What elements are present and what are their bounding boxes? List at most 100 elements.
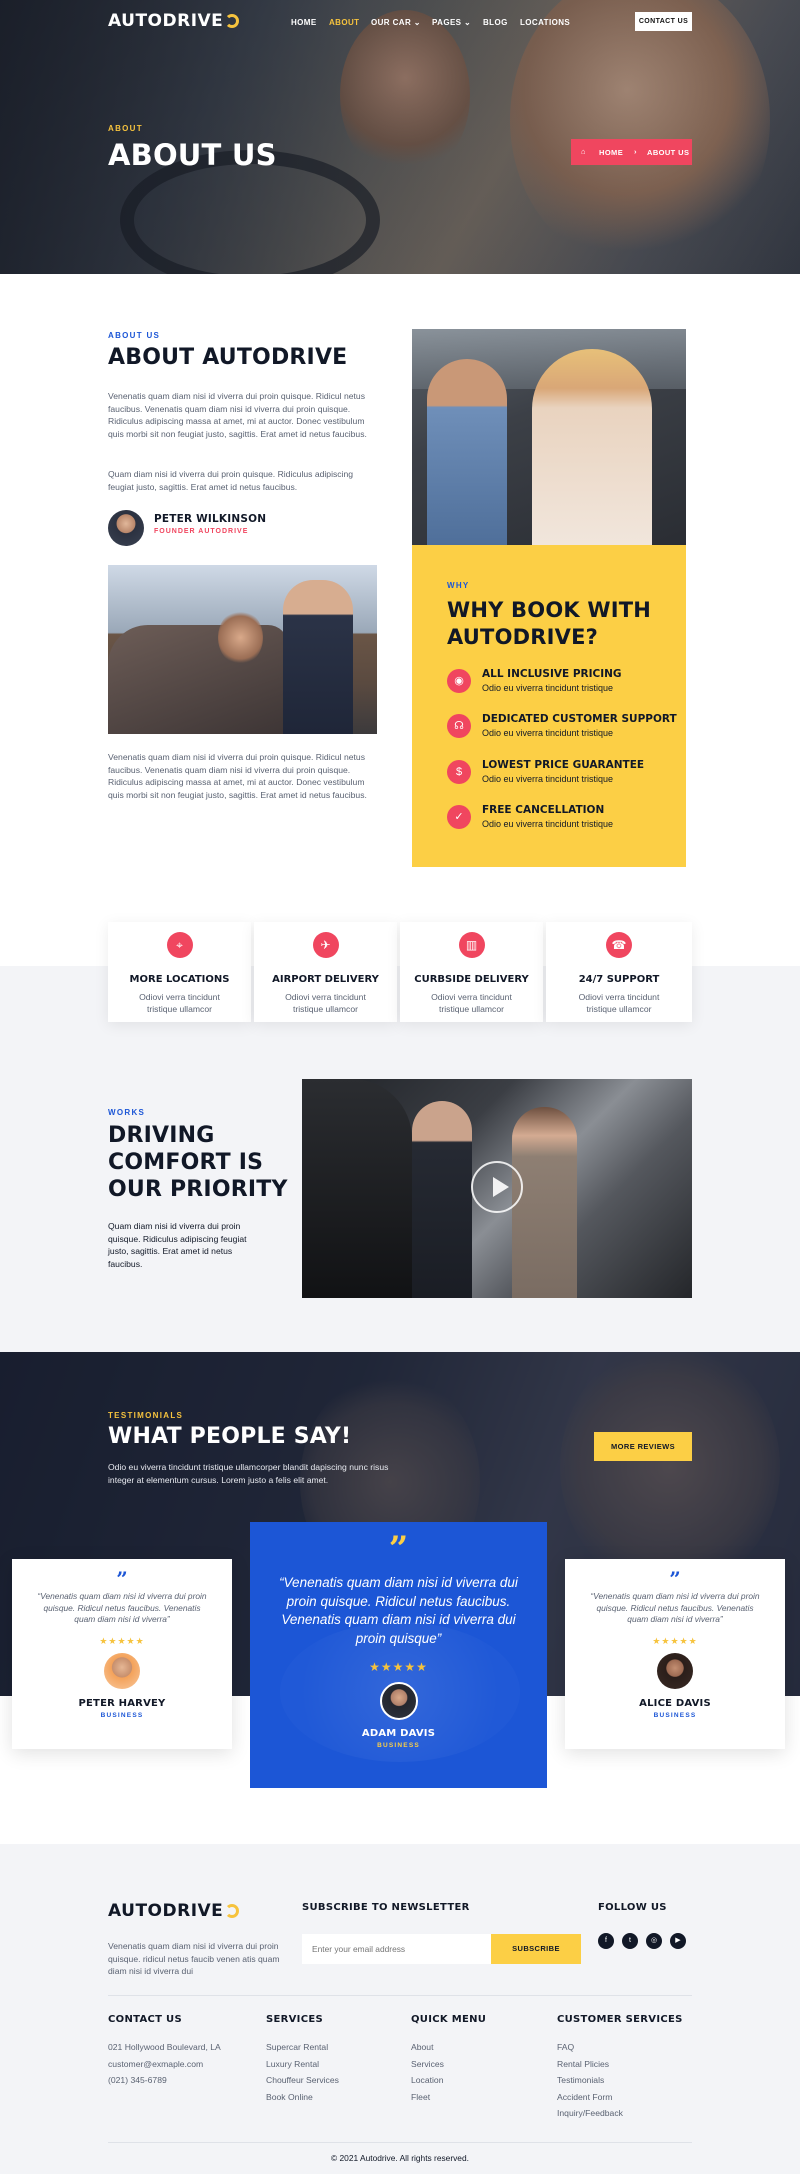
nav-home[interactable]: HOME [291, 18, 317, 27]
dollar-icon: $ [447, 760, 471, 784]
footer-column-title: CONTACT US [108, 2014, 182, 2025]
why-item-title: ALL INCLUSIVE PRICING [482, 668, 622, 680]
why-item-sub: Odio eu viverra tincidunt tristique [482, 819, 614, 829]
footer-divider [108, 1995, 692, 1996]
photo-person [412, 1101, 472, 1298]
feature-text-line: tristique ullamcor [147, 1004, 212, 1014]
works-title-line: OUR PRIORITY [108, 1177, 288, 1202]
contact-email[interactable]: customer@exmaple.com [108, 2056, 258, 2073]
reviewer-name: ADAM DAVIS [361, 1728, 436, 1739]
copyright: © 2021 Autodrive. All rights reserved. [331, 2153, 469, 2163]
more-reviews-button[interactable]: MORE REVIEWS [594, 1432, 692, 1461]
about-paragraph: Quam diam nisi id viverra dui proin quis… [108, 469, 354, 492]
feature-text: Odiovi verra tincidunt tristique ullamcor [108, 991, 251, 1015]
why-item-title: FREE CANCELLATION [482, 804, 605, 816]
about-kicker: ABOUT US [108, 331, 161, 340]
breadcrumb-home[interactable]: HOME [599, 148, 623, 157]
footer-link[interactable]: Testimonials [557, 2072, 697, 2089]
subscribe-button[interactable]: SUBSCRIBE [491, 1934, 581, 1964]
reviewer-name: PETER HARVEY [78, 1697, 166, 1709]
why-title-line: WHY BOOK WITH [447, 598, 652, 622]
instagram-icon[interactable]: ◎ [646, 1933, 662, 1949]
footer-link[interactable]: Accident Form [557, 2089, 697, 2106]
logo-text: AUTODRIVE [108, 11, 224, 31]
why-item-sub: Odio eu viverra tincidunt tristique [482, 774, 614, 784]
footer-link[interactable]: Chouffeur Services [266, 2072, 396, 2089]
why-kicker: WHY [447, 581, 470, 590]
support-icon: ☎ [606, 932, 632, 958]
nav-locations[interactable]: LOCATIONS [520, 18, 570, 27]
location-pin-icon: ⌖ [166, 932, 193, 958]
rating-stars: ★★★★★ [99, 1635, 145, 1646]
footer-customer-services-column: CUSTOMER SERVICES FAQ Rental Plicies Tes… [557, 2014, 697, 2122]
why-panel: WHY WHY BOOK WITH AUTODRIVE? ◉ ALL INCLU… [412, 545, 686, 867]
twitter-icon[interactable]: t [622, 1933, 638, 1949]
footer-link[interactable]: FAQ [557, 2039, 697, 2056]
feature-title: MORE LOCATIONS [129, 974, 230, 985]
footer-column-title: QUICK MENU [411, 2014, 487, 2025]
nav-blog[interactable]: BLOG [483, 18, 508, 27]
footer-link[interactable]: Location [411, 2072, 541, 2089]
author-role: FOUNDER AUTODRIVE [154, 528, 249, 535]
reviewer-avatar [657, 1652, 693, 1689]
rating-stars: ★★★★★ [369, 1660, 428, 1674]
photo-person [283, 580, 353, 734]
feature-card: ▥ CURBSIDE DELIVERY Odiovi verra tincidu… [400, 922, 543, 1022]
play-button[interactable] [471, 1161, 523, 1213]
contact-phone[interactable]: (021) 345-6789 [108, 2072, 258, 2089]
footer-link[interactable]: About [411, 2039, 541, 2056]
nav-our-car-label: OUR CAR [371, 18, 412, 27]
reviewer-avatar [104, 1652, 140, 1689]
building-icon: ▥ [458, 932, 485, 958]
feature-card: ☎ 24/7 SUPPORT Odiovi verra tincidunt tri… [546, 922, 692, 1022]
feature-title: CURBSIDE DELIVERY [414, 974, 529, 985]
works-title-line: COMFORT IS [108, 1150, 264, 1175]
logo[interactable]: AUTODRIVE [108, 11, 240, 31]
happy-couple-photo [412, 329, 686, 545]
footer-column-title: CUSTOMER SERVICES [557, 2014, 683, 2025]
works-text: Quam diam nisi id viverra dui proin quis… [108, 1221, 247, 1269]
car-seat-shape [302, 1079, 412, 1298]
why-item-sub: Odio eu viverra tincidunt tristique [482, 683, 614, 693]
nav-about[interactable]: ABOUT [329, 18, 359, 27]
footer-link[interactable]: Supercar Rental [266, 2039, 396, 2056]
video-thumbnail[interactable] [302, 1079, 692, 1298]
quote-icon: ” [116, 1567, 128, 1591]
footer-link[interactable]: Rental Plicies [557, 2056, 697, 2073]
footer-link[interactable]: Book Online [266, 2089, 396, 2106]
footer-services-column: SERVICES Supercar Rental Luxury Rental C… [266, 2014, 396, 2105]
nav-our-car[interactable]: OUR CAR ⌄ [371, 18, 421, 27]
footer-link[interactable]: Services [411, 2056, 541, 2073]
about-title: ABOUT AUTODRIVE [108, 345, 348, 370]
check-icon: ✓ [447, 805, 471, 829]
breadcrumb-current: ABOUT US [647, 148, 690, 157]
newsletter-email-input[interactable] [302, 1934, 491, 1964]
youtube-icon[interactable]: ▶ [670, 1933, 686, 1949]
rating-stars: ★★★★★ [652, 1635, 698, 1646]
car-dealer-photo [108, 565, 377, 734]
photo-person [512, 1107, 577, 1298]
footer-link[interactable]: Luxury Rental [266, 2056, 396, 2073]
testimonial-card: ” “Venenatis quam diam nisi id viverra d… [12, 1559, 232, 1749]
about-paragraph: Venenatis quam diam nisi id viverra dui … [108, 752, 367, 800]
reviewer-name: ALICE DAVIS [639, 1697, 711, 1709]
footer-logo[interactable]: AUTODRIVE [108, 1901, 240, 1921]
page-title: ABOUT US [108, 138, 277, 172]
works-title: DRIVING COMFORT IS OUR PRIORITY [108, 1122, 288, 1203]
feature-text: Odiovi verra tincidunt tristique ullamcor [400, 991, 543, 1015]
works-title-line: DRIVING [108, 1123, 215, 1148]
facebook-icon[interactable]: f [598, 1933, 614, 1949]
footer-link[interactable]: Fleet [411, 2089, 541, 2106]
reviewer-role: BUSINESS [377, 1742, 420, 1749]
feature-text: Odiovi verra tincidunt tristique ullamcor [546, 991, 692, 1015]
logo-mark-icon [225, 14, 240, 28]
footer-link[interactable]: Inquiry/Feedback [557, 2105, 697, 2122]
contact-us-button[interactable]: CONTACT US [635, 12, 692, 31]
photo-person [427, 359, 507, 545]
headset-icon: ☊ [447, 714, 471, 738]
nav-pages[interactable]: PAGES ⌄ [432, 18, 471, 27]
photo-person [532, 349, 652, 545]
footer-column-title: SERVICES [266, 2014, 323, 2025]
testimonial-card: ” “Venenatis quam diam nisi id viverra d… [565, 1559, 785, 1749]
why-item-title: DEDICATED CUSTOMER SUPPORT [482, 713, 677, 725]
